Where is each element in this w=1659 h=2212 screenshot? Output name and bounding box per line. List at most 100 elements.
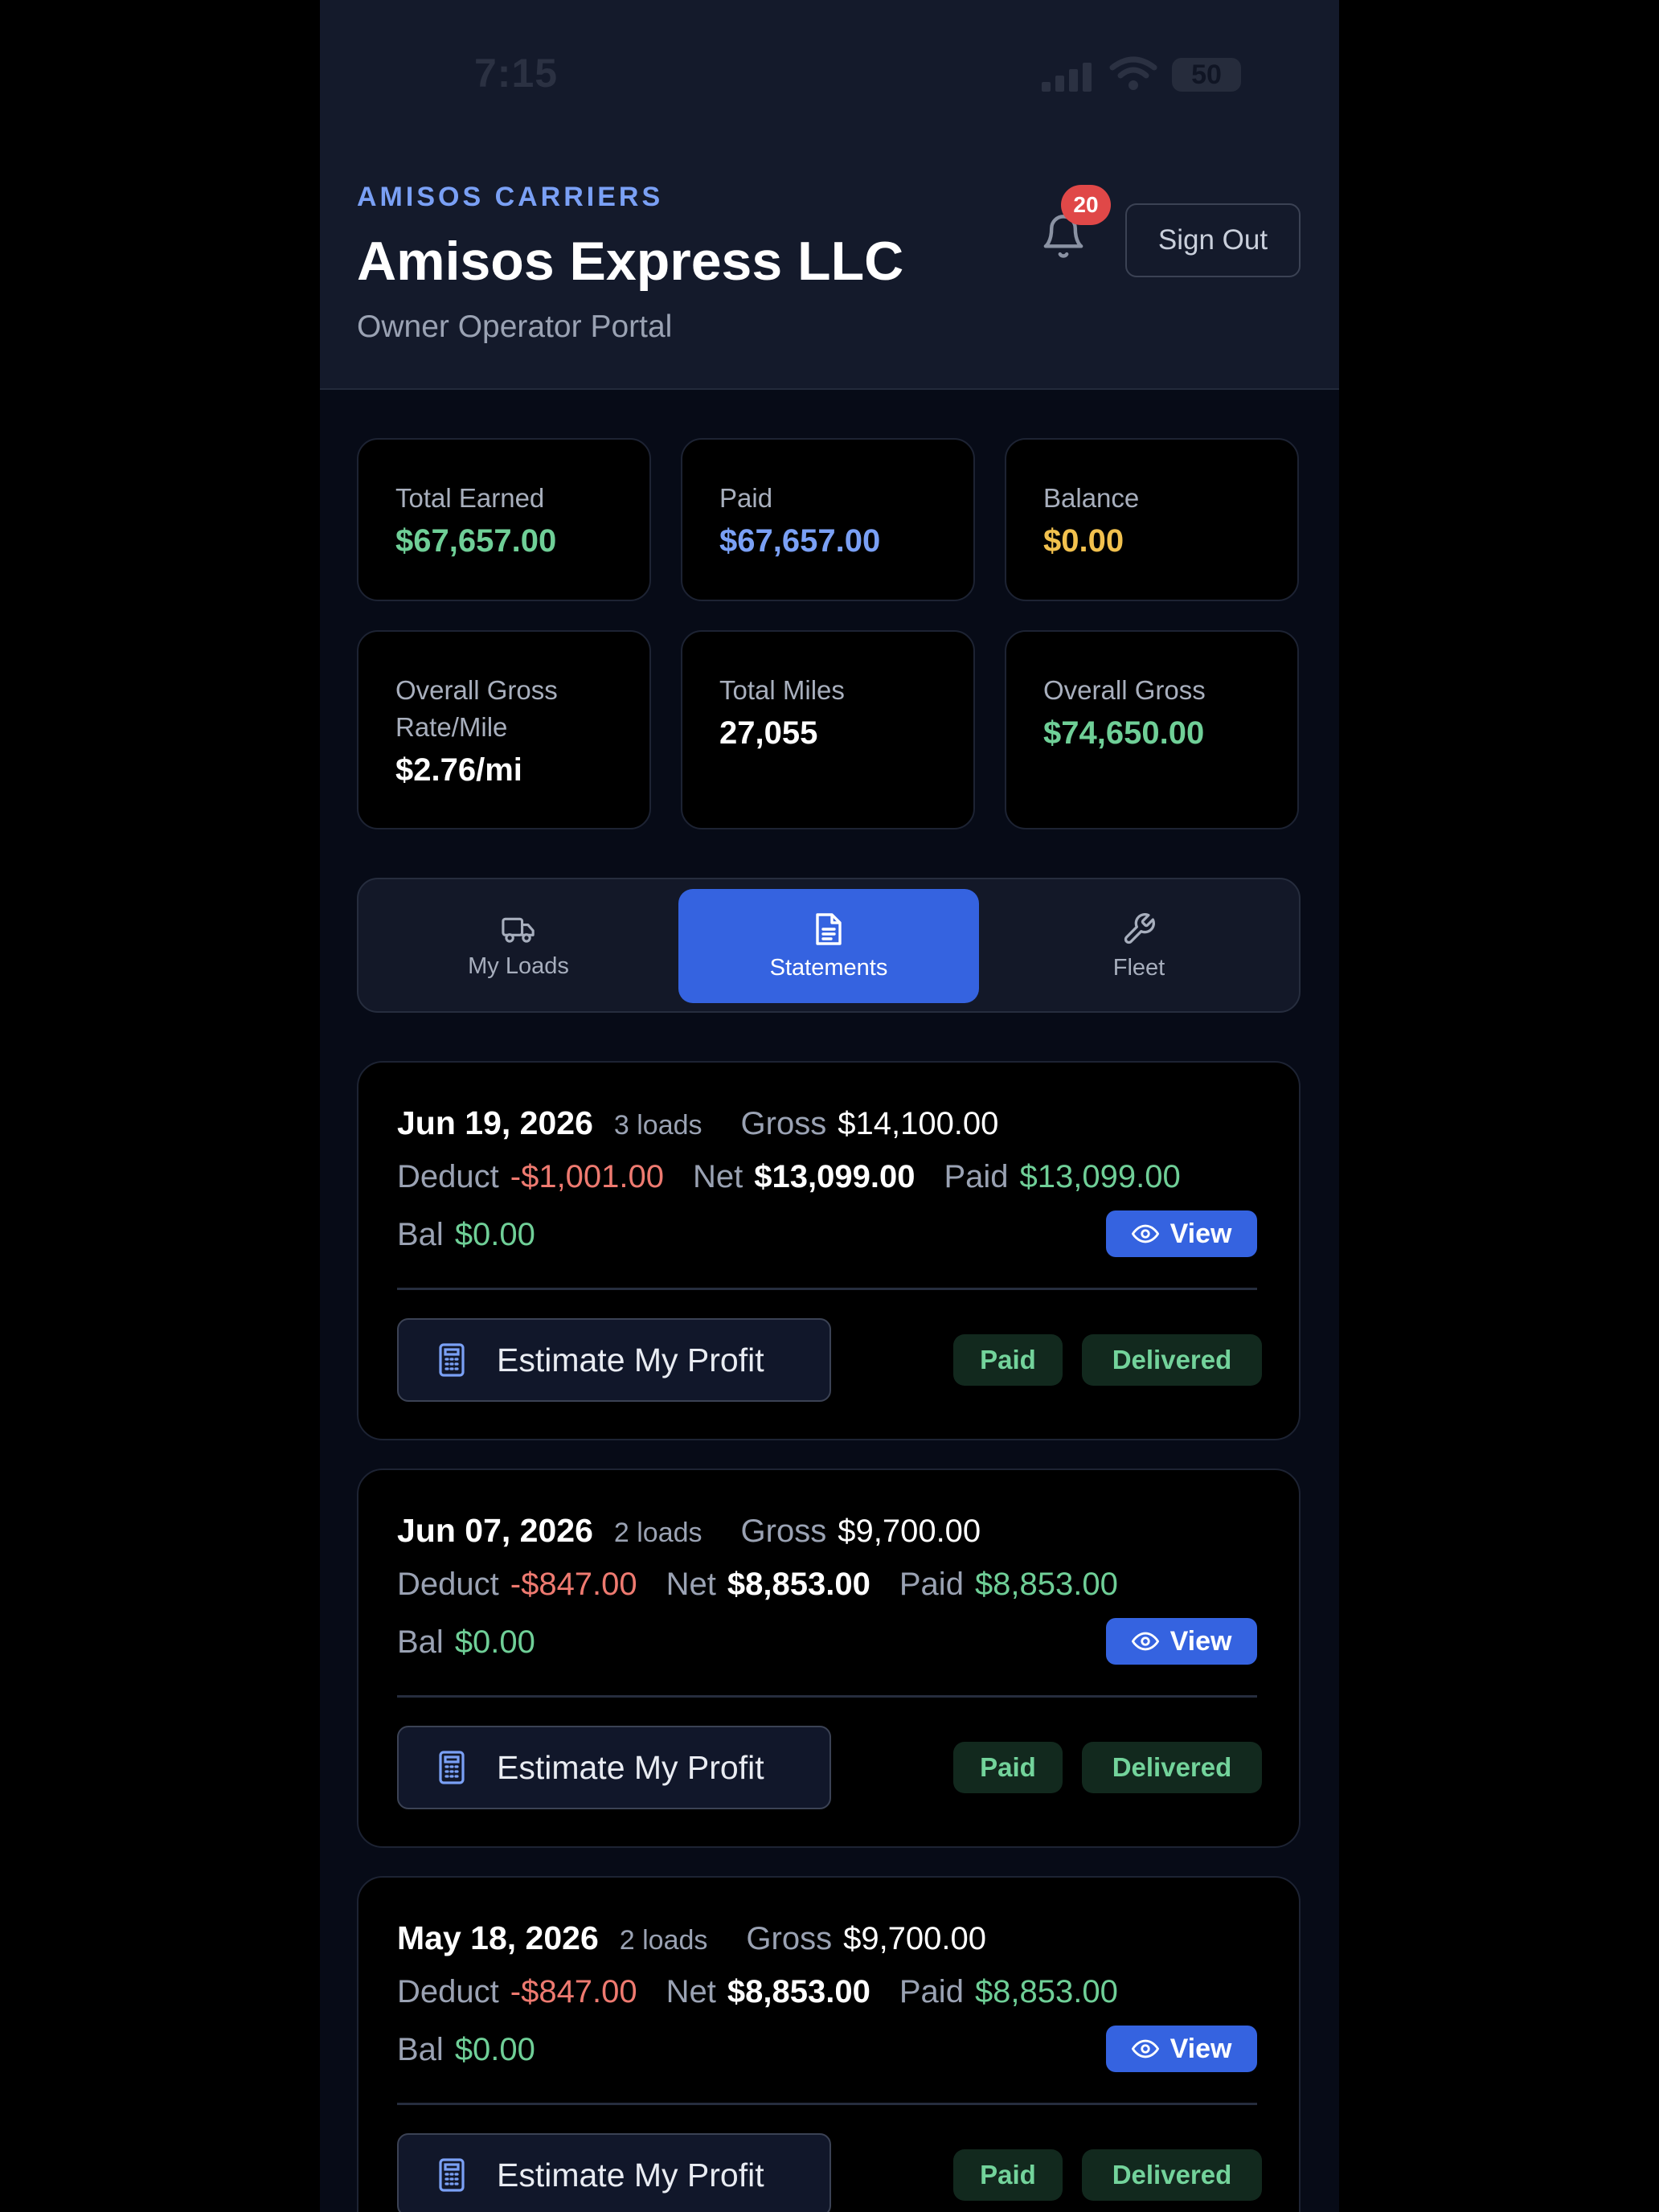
statement-card: Jun 07, 2026 2 loads Gross $9,700.00 Ded… [357,1469,1301,1848]
tab-my-loads[interactable]: My Loads [368,889,669,1003]
deduct-value: -$847.00 [510,1974,637,2009]
brand-label: AMISOS CARRIERS [357,182,664,212]
bal-label: Bal [397,2032,444,2067]
sign-out-button[interactable]: Sign Out [1125,203,1301,277]
stat-label: Total Earned [395,483,545,513]
stat-label: Overall Gross Rate/Mile [395,675,558,742]
statement-card: May 18, 2026 2 loads Gross $9,700.00 Ded… [357,1876,1301,2212]
gross-value: $9,700.00 [838,1514,981,1549]
eye-icon [1131,1224,1159,1243]
stat-paid: Paid $67,657.00 [681,438,975,601]
net-label: Net [693,1159,743,1194]
eye-icon [1131,2039,1159,2058]
calculator-icon [439,1751,465,1784]
wrench-icon [1124,912,1155,944]
tab-fleet[interactable]: Fleet [989,889,1289,1003]
stat-total-miles: Total Miles 27,055 [681,630,975,830]
paid-label: Paid [944,1159,1009,1194]
view-label: View [1169,2033,1232,2064]
deduct-value: -$847.00 [510,1567,637,1602]
estimate-profit-button[interactable]: Estimate My Profit [397,2133,831,2212]
tab-statements[interactable]: Statements [678,889,979,1003]
view-label: View [1169,1625,1232,1657]
gross-label: Gross [740,1514,827,1549]
stat-balance: Balance $0.00 [1005,438,1299,601]
divider [397,1288,1257,1290]
battery-icon: 50 [1172,58,1241,92]
stat-value: $67,657.00 [395,523,557,559]
company-name: Amisos Express LLC [357,231,904,292]
bal-value: $0.00 [454,2032,535,2067]
paid-value: $8,853.00 [974,1567,1118,1602]
bal-label: Bal [397,1624,444,1660]
document-icon [816,912,842,945]
statement-balance-row: Bal $0.00 [397,2032,535,2068]
gross-label: Gross [740,1106,827,1141]
status-badge-paid: Paid [953,2149,1063,2201]
net-value: $8,853.00 [727,1567,870,1602]
status-badge-paid: Paid [953,1334,1063,1386]
bal-value: $0.00 [454,1217,535,1252]
stat-gross-rate-per-mile: Overall Gross Rate/Mile $2.76/mi [357,630,651,830]
statement-amounts-row: Deduct -$847.00 Net $8,853.00 Paid $8,85… [397,1974,1118,2010]
paid-value: $8,853.00 [974,1974,1118,2009]
tab-bar: My Loads Statements Fleet [357,878,1301,1013]
net-value: $8,853.00 [727,1974,870,2009]
stat-overall-gross: Overall Gross $74,650.00 [1005,630,1299,830]
deduct-value: -$1,001.00 [510,1159,665,1194]
statement-card: Jun 19, 2026 3 loads Gross $14,100.00 De… [357,1061,1301,1440]
statement-amounts-row: Deduct -$1,001.00 Net $13,099.00 Paid $1… [397,1159,1181,1195]
estimate-profit-button[interactable]: Estimate My Profit [397,1726,831,1809]
app-screen: 7:15 50 AMISOS CARRIERS Amisos Express L… [320,0,1339,2212]
tab-label: My Loads [468,952,569,979]
view-button[interactable]: View [1106,1618,1257,1665]
statement-date: Jun 19, 2026 [397,1104,593,1141]
bal-label: Bal [397,1217,444,1252]
eye-icon [1131,1632,1159,1651]
view-button[interactable]: View [1106,2026,1257,2072]
deduct-label: Deduct [397,1159,499,1194]
net-label: Net [666,1567,716,1602]
statement-balance-row: Bal $0.00 [397,1624,535,1661]
deduct-label: Deduct [397,1567,499,1602]
tab-label: Statements [769,954,888,981]
gross-label: Gross [746,1921,833,1956]
truck-icon [502,917,535,943]
signal-icon [1042,63,1093,92]
stat-value: $67,657.00 [719,523,881,559]
net-label: Net [666,1974,716,2009]
tab-label: Fleet [1112,954,1165,981]
estimate-profit-button[interactable]: Estimate My Profit [397,1318,831,1402]
bal-value: $0.00 [454,1624,535,1660]
stat-label: Overall Gross [1043,675,1206,705]
calculator-icon [439,1343,465,1377]
header: 7:15 50 AMISOS CARRIERS Amisos Express L… [320,0,1339,390]
statement-loads: 2 loads [619,1925,708,1956]
statement-amounts-row: Deduct -$847.00 Net $8,853.00 Paid $8,85… [397,1567,1118,1603]
gross-value: $9,700.00 [843,1921,987,1956]
status-badge-delivered: Delivered [1082,1742,1262,1793]
estimate-label: Estimate My Profit [497,1341,764,1378]
deduct-label: Deduct [397,1974,499,2009]
stat-label: Total Miles [719,675,845,705]
statement-summary-row: Jun 07, 2026 2 loads Gross $9,700.00 [397,1512,981,1550]
statement-loads: 3 loads [613,1110,703,1141]
stat-value: 27,055 [719,715,818,751]
estimate-label: Estimate My Profit [497,1748,764,1786]
statement-summary-row: May 18, 2026 2 loads Gross $9,700.00 [397,1919,986,1957]
view-button[interactable]: View [1106,1210,1257,1257]
calculator-icon [439,2158,465,2192]
wifi-icon [1109,56,1157,90]
paid-label: Paid [899,1974,964,2009]
statement-loads: 2 loads [613,1518,703,1548]
gross-value: $14,100.00 [838,1106,999,1141]
statement-date: May 18, 2026 [397,1919,599,1956]
statement-date: Jun 07, 2026 [397,1512,593,1549]
statement-summary-row: Jun 19, 2026 3 loads Gross $14,100.00 [397,1104,998,1142]
estimate-label: Estimate My Profit [497,2156,764,2194]
statement-balance-row: Bal $0.00 [397,1217,535,1253]
paid-label: Paid [899,1567,964,1602]
net-value: $13,099.00 [754,1159,916,1194]
stat-value: $2.76/mi [395,752,522,788]
status-badge-delivered: Delivered [1082,2149,1262,2201]
